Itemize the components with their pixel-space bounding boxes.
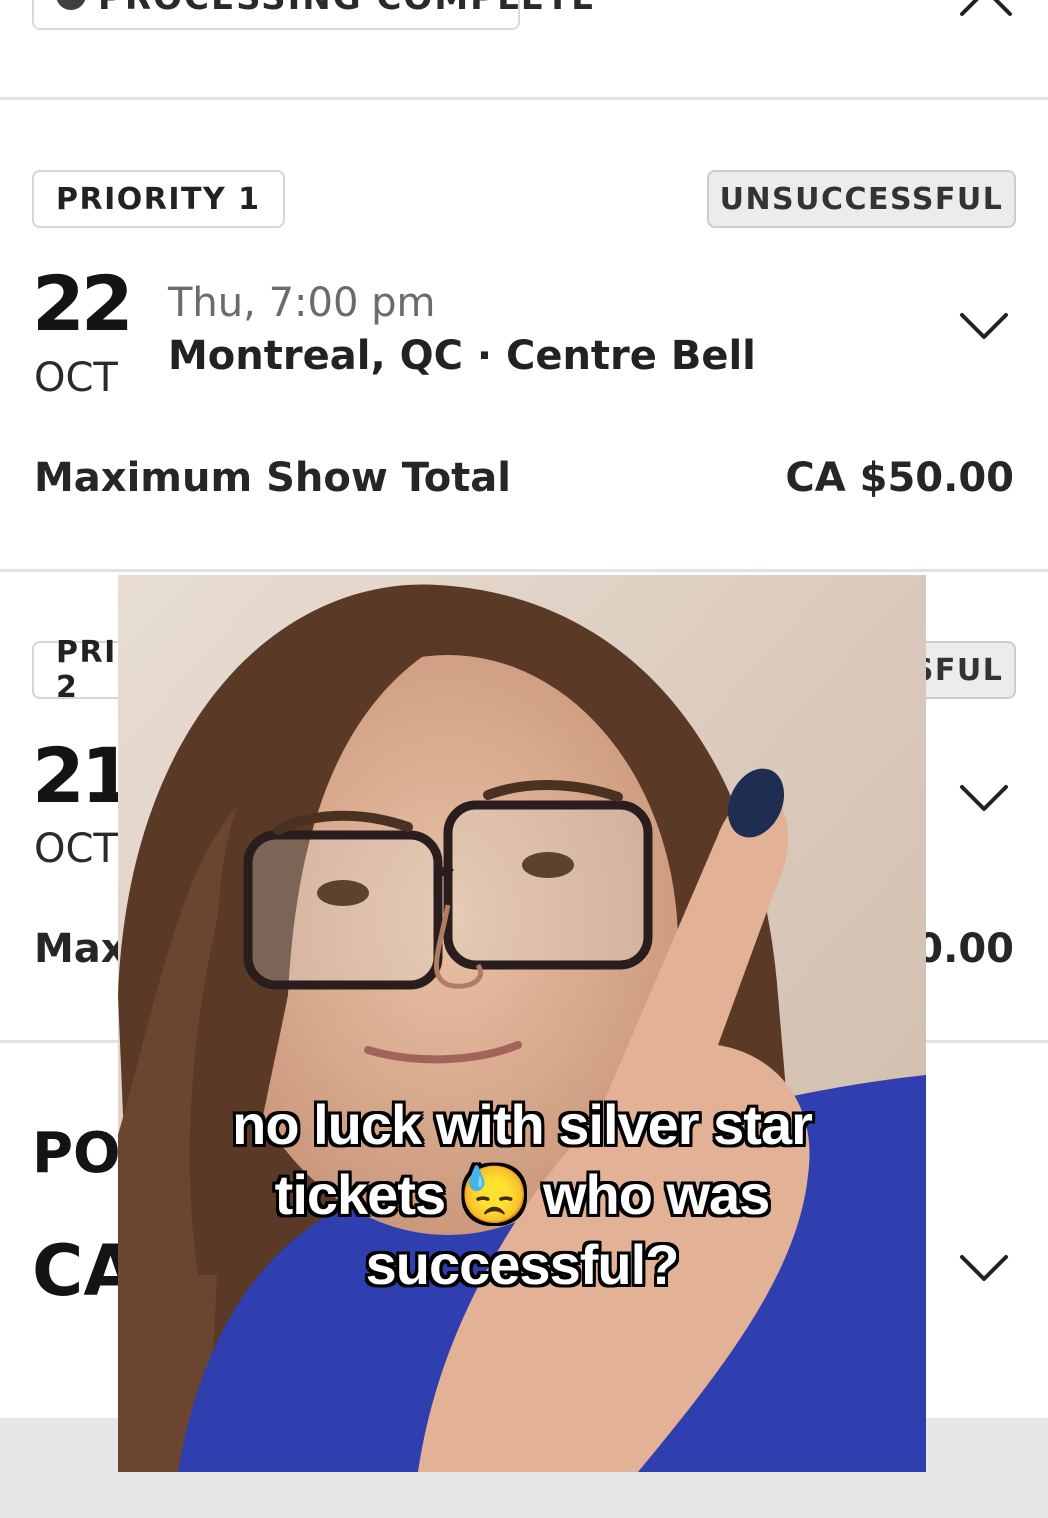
priority-badge: PRIORITY 1	[32, 170, 285, 228]
status-badge: UNSUCCESSFUL	[707, 170, 1016, 228]
processing-status-label: PROCESSING COMPLETE	[98, 0, 596, 18]
max-show-total-label: Max	[34, 926, 127, 972]
event-month: OCT	[34, 826, 118, 872]
event-day: 22	[32, 259, 134, 348]
caption-line: no luck with silver star	[232, 1093, 813, 1156]
event-venue: Montreal, QC · Centre Bell	[168, 333, 756, 379]
caption-line: successful?	[365, 1233, 680, 1296]
event-day: 21	[32, 731, 134, 820]
event-month: OCT	[34, 355, 118, 401]
divider	[0, 569, 1048, 572]
event-time: Thu, 7:00 pm	[168, 280, 436, 326]
priority-heading-partial: PO	[32, 1121, 121, 1186]
chevron-down-icon[interactable]	[958, 1252, 1010, 1284]
divider	[0, 97, 1048, 100]
max-show-total-value: CA $50.00	[785, 455, 1014, 501]
caption-line: tickets 😓 who was	[274, 1163, 771, 1226]
person-photo-image	[118, 575, 926, 1472]
max-show-total-label: Maximum Show Total	[34, 455, 511, 501]
person-photo-overlay	[118, 575, 926, 1472]
video-caption: no luck with silver star tickets 😓 who w…	[118, 1090, 926, 1300]
chevron-down-icon[interactable]	[958, 310, 1010, 342]
close-icon[interactable]	[958, 0, 1014, 20]
chevron-down-icon[interactable]	[958, 782, 1010, 814]
